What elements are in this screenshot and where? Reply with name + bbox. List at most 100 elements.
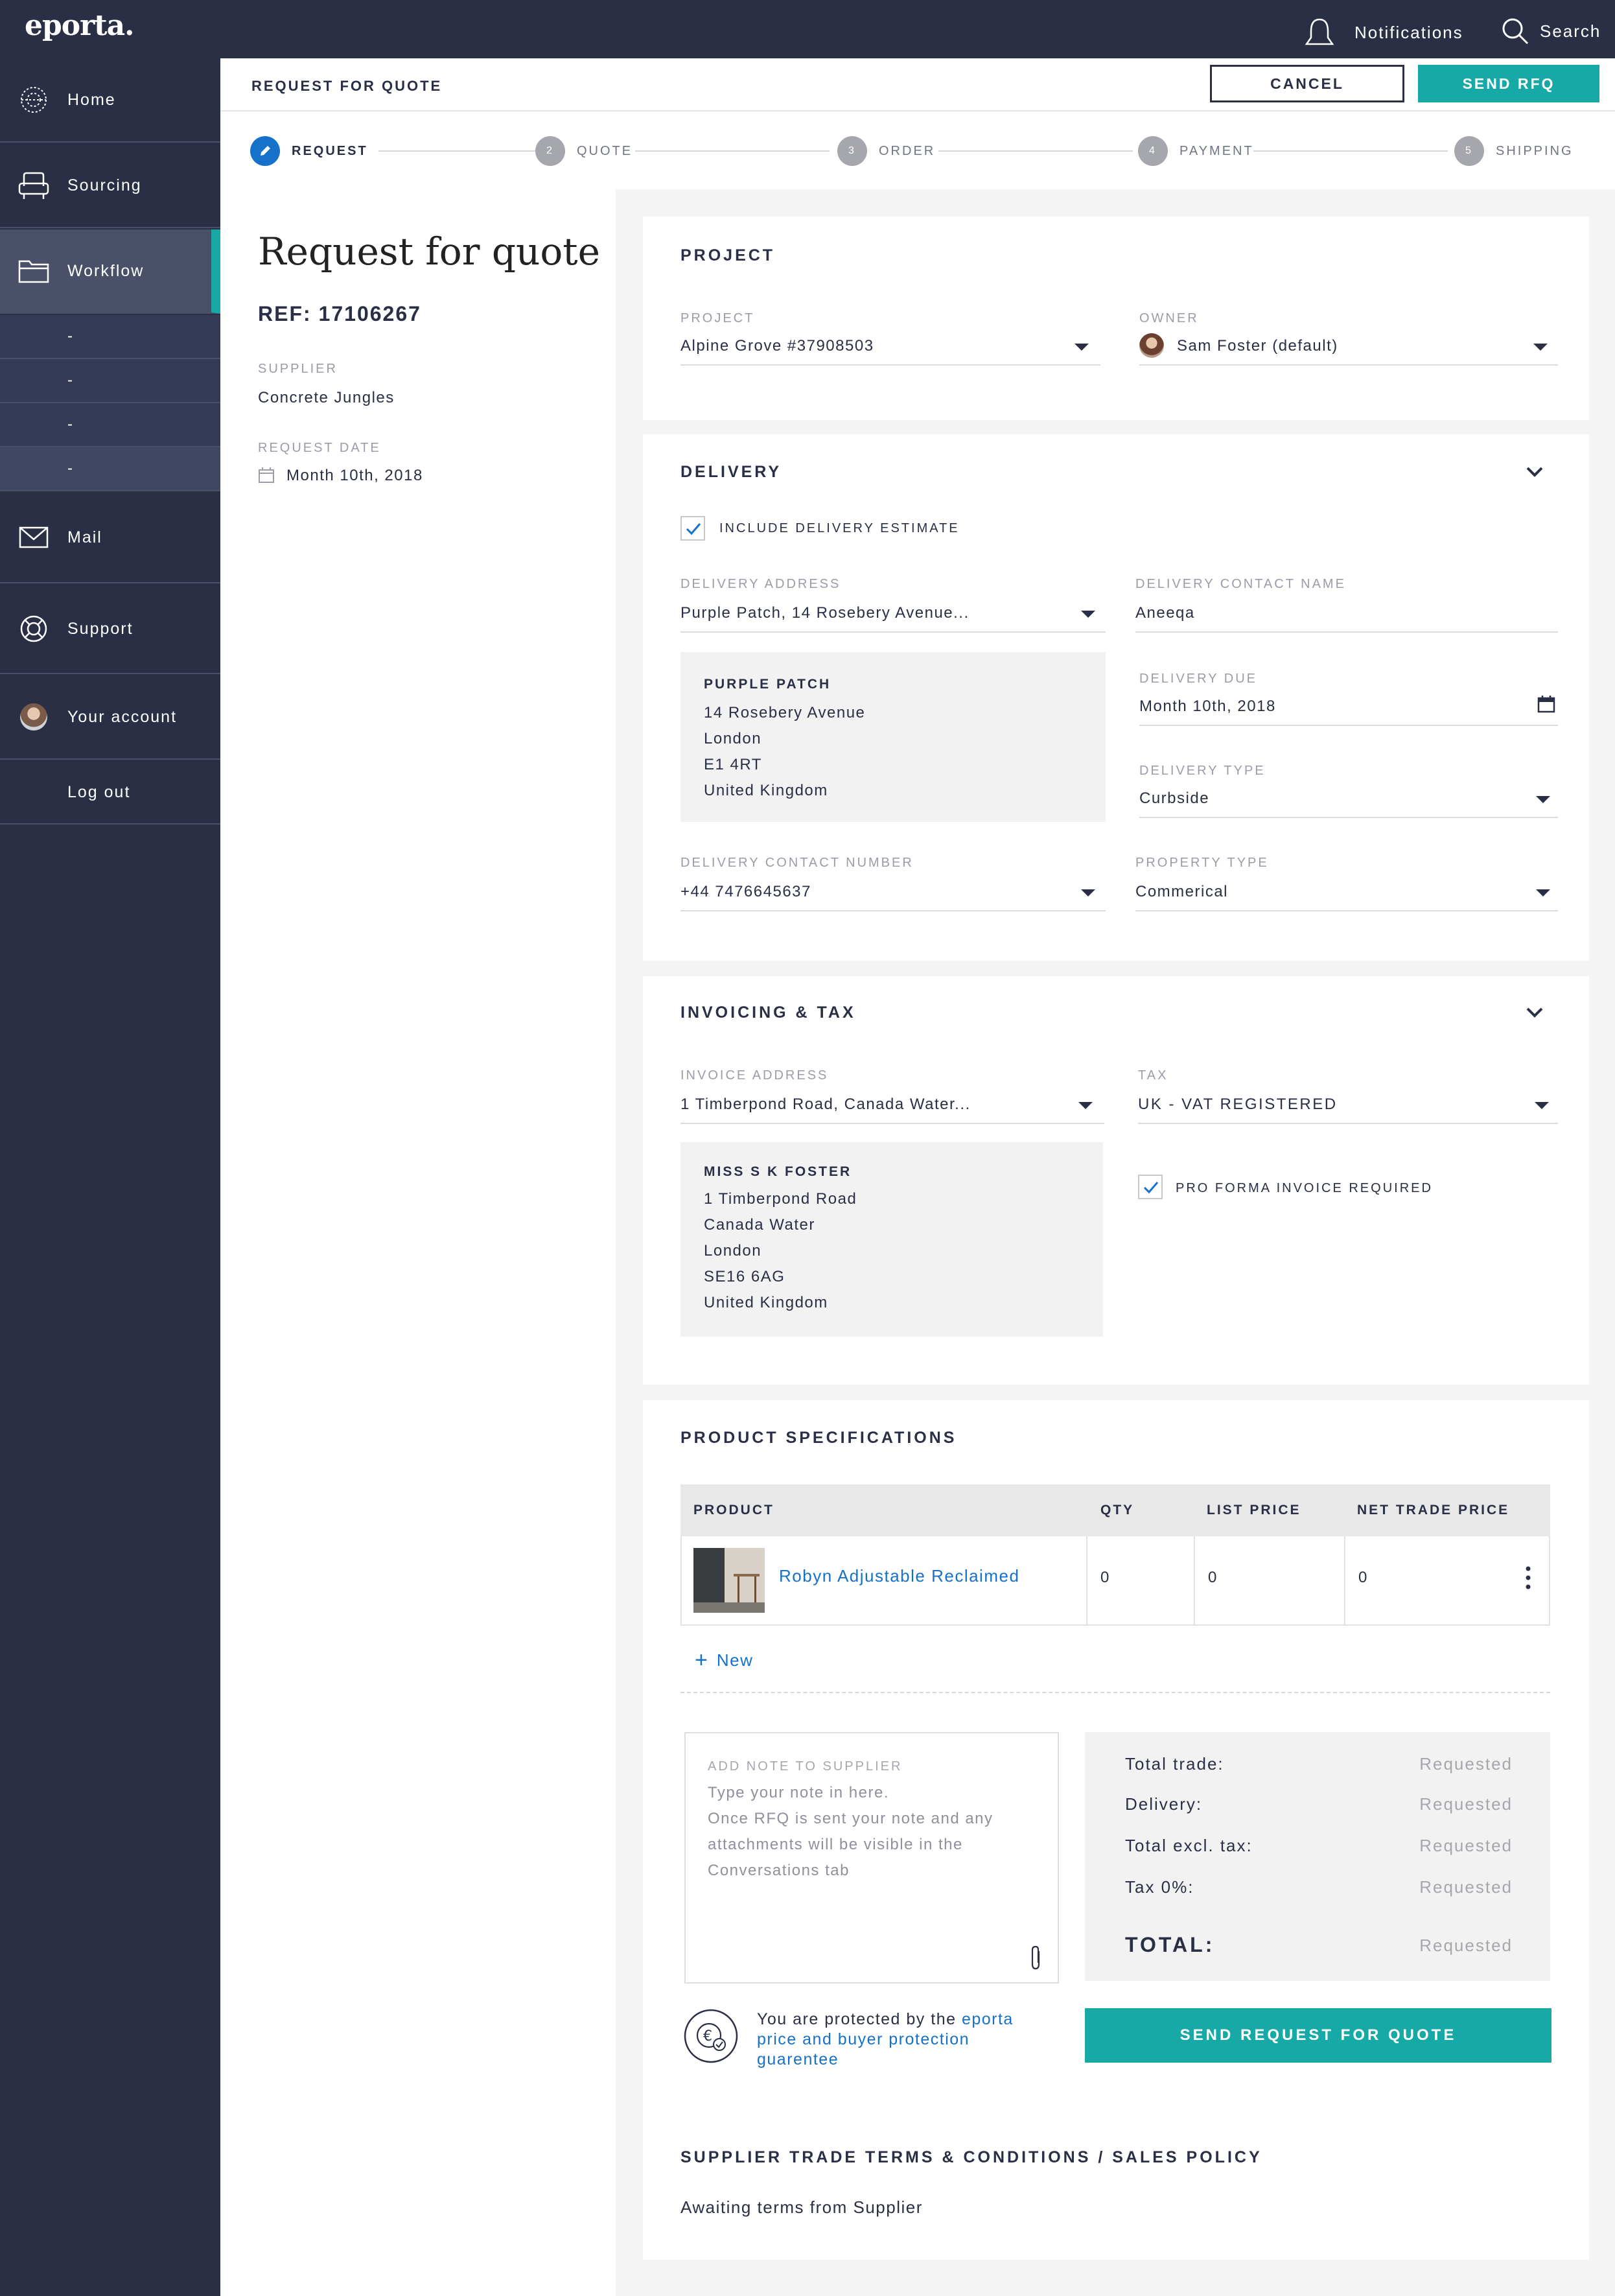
protection-link[interactable]: eporta <box>962 2010 1014 2028</box>
step-quote[interactable]: 2 QUOTE <box>535 136 633 166</box>
step-connector <box>635 150 830 152</box>
reference-number: REF: 17106267 <box>258 302 421 325</box>
sidebar-item-account[interactable]: Your account <box>0 675 220 760</box>
sidebar-item-logout[interactable]: Log out <box>0 761 220 825</box>
protection-link[interactable]: price and buyer protection <box>757 2030 970 2048</box>
sidebar-item-label: Support <box>67 619 134 638</box>
chevron-down-icon[interactable] <box>1536 796 1550 803</box>
chevron-down-icon[interactable] <box>1081 611 1095 618</box>
contact-name-label: DELIVERY CONTACT NAME <box>1135 577 1346 591</box>
section-divider <box>680 1692 1550 1693</box>
chevron-down-icon[interactable] <box>1075 344 1089 351</box>
invoicing-card: INVOICING & TAX INVOICE ADDRESS 1 Timber… <box>643 976 1589 1385</box>
total-trade-value: Requested <box>1419 1754 1513 1774</box>
send-rfq-button[interactable]: SEND RFQ <box>1418 65 1599 102</box>
contact-number-select[interactable]: +44 7476645637 <box>680 883 811 901</box>
sidebar-item-sourcing[interactable]: Sourcing <box>0 144 220 228</box>
qty-value[interactable]: 0 <box>1100 1569 1109 1587</box>
field-underline <box>1139 725 1558 726</box>
include-delivery-label: INCLUDE DELIVERY ESTIMATE <box>719 521 960 535</box>
product-table-header: PRODUCT QTY LIST PRICE NET TRADE PRICE <box>680 1484 1550 1536</box>
chevron-up-icon[interactable] <box>1526 465 1544 478</box>
project-label: PROJECT <box>680 311 755 325</box>
note-placeholder: attachments will be visible in the <box>708 1836 963 1853</box>
step-connector <box>1253 150 1448 152</box>
chevron-down-icon[interactable] <box>1081 889 1095 896</box>
calendar-icon[interactable] <box>1537 695 1555 713</box>
note-placeholder: Once RFQ is sent your note and any <box>708 1810 993 1827</box>
request-date-label: REQUEST DATE <box>258 441 381 455</box>
card-title: SUPPLIER TRADE TERMS & CONDITIONS / SALE… <box>680 2148 1262 2166</box>
supplier-value: Concrete Jungles <box>258 389 395 406</box>
top-bar: eporta. Notifications Search <box>0 0 1615 58</box>
sidebar-subitem[interactable]: - <box>0 359 220 403</box>
step-number: 3 <box>837 136 867 166</box>
protection-link[interactable]: guarentee <box>757 2050 839 2068</box>
protection-text: You are protected by the <box>757 2010 957 2028</box>
pro-forma-checkbox[interactable] <box>1138 1175 1163 1199</box>
sidebar: Home Sourcing Workflow - - - - Mail Supp… <box>0 58 220 2296</box>
contact-name-input[interactable]: Aneeqa <box>1135 604 1195 622</box>
step-shipping[interactable]: 5 SHIPPING <box>1454 136 1574 166</box>
invoice-address-card: MISS S K FOSTER 1 Timberpond Road Canada… <box>680 1142 1103 1337</box>
step-payment[interactable]: 4 PAYMENT <box>1138 136 1254 166</box>
chevron-down-icon[interactable] <box>1078 1102 1093 1109</box>
project-select[interactable]: Alpine Grove #37908503 <box>680 337 874 355</box>
product-name-link[interactable]: Robyn Adjustable Reclaimed <box>779 1566 1019 1586</box>
sidebar-subitem[interactable]: - <box>0 403 220 447</box>
tax-total-label: Tax 0%: <box>1125 1877 1194 1897</box>
invoice-address-select[interactable]: 1 Timberpond Road, Canada Water... <box>680 1095 971 1114</box>
product-thumbnail[interactable] <box>693 1548 765 1613</box>
sidebar-item-label: Workflow <box>67 261 145 280</box>
table-row: Robyn Adjustable Reclaimed 0 0 0 <box>680 1536 1550 1626</box>
tax-select[interactable]: UK - VAT REGISTERED <box>1138 1095 1338 1114</box>
cancel-button[interactable]: CANCEL <box>1210 65 1404 102</box>
search-button[interactable]: Search <box>1501 17 1601 45</box>
sidebar-item-home[interactable]: Home <box>0 58 220 143</box>
add-product-button[interactable]: + New <box>695 1649 753 1671</box>
address-line: SE16 6AG <box>704 1268 785 1285</box>
sidebar-subitem[interactable]: - <box>0 447 220 491</box>
chevron-up-icon[interactable] <box>1526 1006 1544 1019</box>
plus-icon: + <box>695 1648 708 1672</box>
sidebar-item-support[interactable]: Support <box>0 585 220 674</box>
notifications-button[interactable]: Notifications <box>1303 17 1463 48</box>
chevron-down-icon[interactable] <box>1536 889 1550 896</box>
delivery-card: DELIVERY INCLUDE DELIVERY ESTIMATE DELIV… <box>643 434 1589 961</box>
delivery-due-input[interactable]: Month 10th, 2018 <box>1139 697 1276 716</box>
property-type-select[interactable]: Commerical <box>1135 883 1228 901</box>
sidebar-subitem[interactable]: - <box>0 315 220 359</box>
address-line: E1 4RT <box>704 756 762 773</box>
sidebar-item-workflow[interactable]: Workflow <box>0 229 220 314</box>
supplier-note-textarea[interactable]: ADD NOTE TO SUPPLIER Type your note in h… <box>684 1732 1059 1984</box>
paperclip-icon[interactable] <box>1029 1945 1043 1971</box>
note-placeholder: Type your note in here. <box>708 1784 889 1801</box>
chevron-down-icon[interactable] <box>1533 344 1548 351</box>
check-icon <box>686 523 701 535</box>
list-price-value[interactable]: 0 <box>1208 1569 1216 1587</box>
supplier-label: SUPPLIER <box>258 362 338 376</box>
address-name: MISS S K FOSTER <box>704 1164 852 1179</box>
step-number: 2 <box>535 136 565 166</box>
sidebar-item-mail[interactable]: Mail <box>0 493 220 583</box>
step-connector <box>378 150 540 152</box>
total-excl-tax-label: Total excl. tax: <box>1125 1836 1253 1855</box>
send-request-for-quote-button[interactable]: SEND REQUEST FOR QUOTE <box>1085 2008 1551 2063</box>
sidebar-item-label: Sourcing <box>67 176 142 194</box>
delivery-type-select[interactable]: Curbside <box>1139 790 1209 808</box>
logo[interactable]: eporta. <box>25 9 134 42</box>
column-divider <box>1194 1536 1195 1624</box>
step-order[interactable]: 3 ORDER <box>837 136 935 166</box>
more-options-icon[interactable] <box>1524 1565 1532 1591</box>
step-label: ORDER <box>879 143 936 158</box>
card-title: INVOICING & TAX <box>680 1003 856 1022</box>
net-trade-price-value[interactable]: 0 <box>1358 1569 1367 1587</box>
sidebar-item-label: Home <box>67 90 116 109</box>
step-request[interactable]: REQUEST <box>250 136 368 166</box>
include-delivery-checkbox[interactable] <box>680 516 705 541</box>
sidebar-item-label: Your account <box>67 707 178 726</box>
delivery-address-select[interactable]: Purple Patch, 14 Rosebery Avenue... <box>680 604 970 622</box>
chevron-down-icon[interactable] <box>1535 1102 1549 1109</box>
owner-select[interactable]: Sam Foster (default) <box>1177 337 1338 355</box>
search-icon <box>1502 18 1529 45</box>
